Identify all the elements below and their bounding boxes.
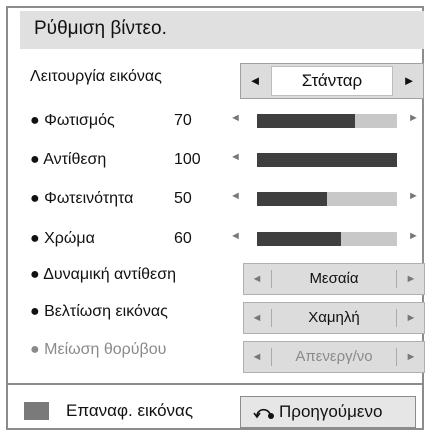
video-settings-panel: Ρύθμιση βίντεο. Λειτουργία εικόνας ◄ Στά… [6,6,425,430]
arrow-left-icon[interactable]: ◄ [230,151,241,163]
footer-divider [8,383,422,385]
picture-mode-label: Λειτουργία εικόνας [30,68,162,85]
arrow-right-icon[interactable]: ► [408,230,419,242]
dynamic-contrast-selector[interactable]: ◄ Μεσαία ► [243,263,425,295]
reset-color-key [24,402,49,420]
return-icon [253,408,274,419]
arrow-right-icon[interactable]: ► [408,190,419,202]
arrow-right-icon[interactable]: ► [398,264,424,294]
slider-color[interactable]: ◄ ► [230,230,420,246]
option-label-picture-enhance: ● Βελτίωση εικόνας [30,303,168,320]
option-label-noise-reduction: ● Μείωση θορύβου [30,341,167,358]
arrow-left-icon[interactable]: ◄ [241,64,269,98]
slider-label-contrast: ● Αντίθεση [30,151,107,168]
back-button-label: Προηγούμενο [279,402,383,421]
picture-enhance-selector[interactable]: ◄ Χαμηλή ► [243,302,425,334]
arrow-left-icon[interactable]: ◄ [230,190,241,202]
arrow-left-icon[interactable]: ◄ [230,230,241,242]
arrow-left-icon[interactable]: ◄ [244,342,270,372]
arrow-left-icon[interactable]: ◄ [244,264,270,294]
picture-enhance-value: Χαμηλή [308,309,360,326]
noise-reduction-value: Απενεργ/νο [295,348,373,365]
arrow-right-icon[interactable]: ► [395,64,423,98]
slider-track [257,232,397,246]
panel-title: Ρύθμιση βίντεο. [20,11,424,49]
slider-track [257,114,397,128]
picture-mode-value: Στάνταρ [271,66,393,96]
arrow-right-icon[interactable]: ► [398,303,424,333]
slider-backlight[interactable]: ◄ ► [230,112,420,128]
slider-fill [257,192,327,206]
dynamic-contrast-value: Μεσαία [309,270,359,287]
arrow-left-icon[interactable]: ◄ [244,303,270,333]
slider-value-backlight: 70 [174,112,192,129]
slider-label-backlight: ● Φωτισμός [30,112,115,129]
arrow-right-icon[interactable]: ► [398,342,424,372]
picture-mode-selector[interactable]: ◄ Στάνταρ ► [240,63,424,99]
noise-reduction-selector[interactable]: ◄ Απενεργ/νο ► [243,341,425,373]
arrow-left-icon[interactable]: ◄ [230,112,241,124]
slider-label-color: ● Χρώμα [30,230,95,247]
slider-value-color: 60 [174,230,192,247]
back-button[interactable]: Προηγούμενο [240,396,416,428]
slider-track [257,192,397,206]
slider-track [257,153,397,167]
reset-picture-label[interactable]: Επαναφ. εικόνας [66,401,193,421]
slider-label-brightness: ● Φωτεινότητα [30,190,134,207]
slider-value-contrast: 100 [174,151,201,168]
slider-fill [257,232,341,246]
slider-fill [257,114,355,128]
option-label-dynamic-contrast: ● Δυναμική αντίθεση [30,266,176,283]
arrow-right-icon[interactable]: ► [408,112,419,124]
slider-fill [257,153,397,167]
slider-contrast[interactable]: ◄ [230,151,420,167]
slider-brightness[interactable]: ◄ ► [230,190,420,206]
slider-value-brightness: 50 [174,190,192,207]
